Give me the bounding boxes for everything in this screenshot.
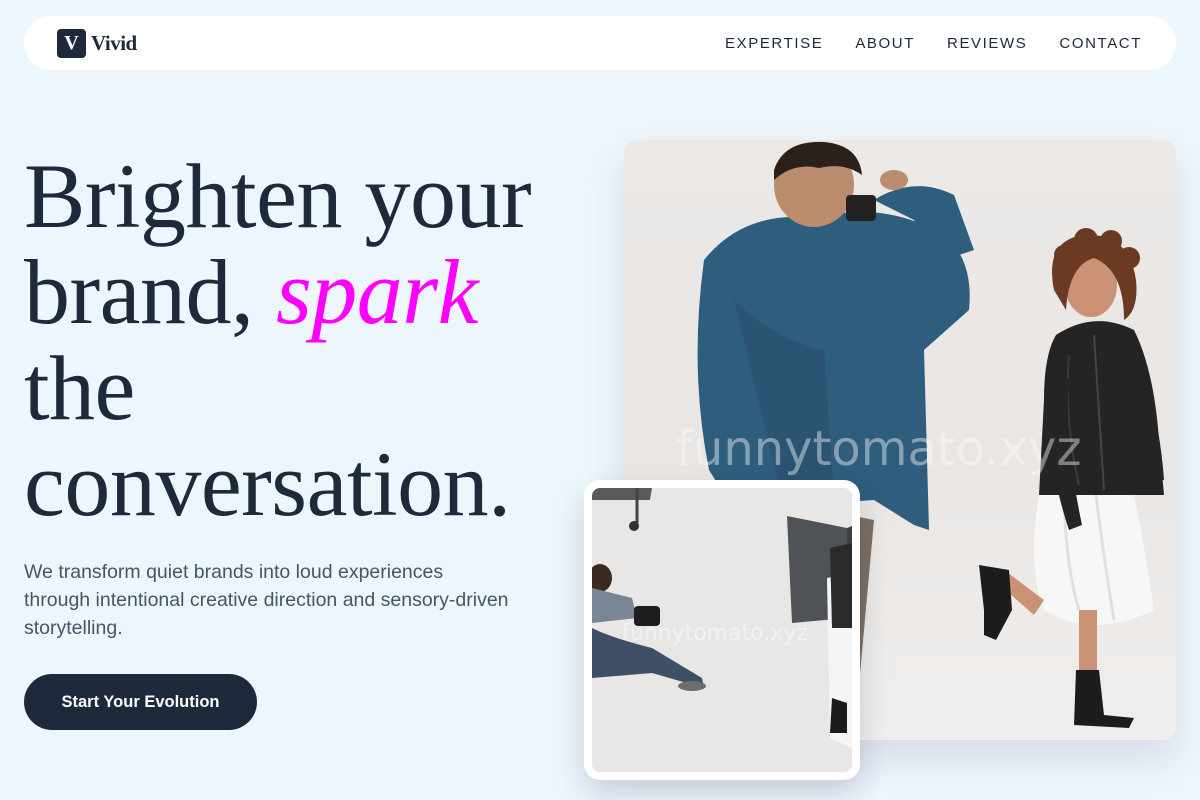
main-photo-watermark: funnytomato.xyz (676, 421, 1082, 477)
nav-links: EXPERTISE ABOUT REVIEWS CONTACT (725, 35, 1142, 52)
nav-link-contact[interactable]: CONTACT (1059, 35, 1142, 52)
nav-link-expertise[interactable]: EXPERTISE (725, 35, 823, 52)
headline-text-end: the conversation. (24, 337, 511, 535)
headline-accent-word: spark (275, 241, 478, 343)
hero-subtext: We transform quiet brands into loud expe… (24, 561, 509, 639)
model-figure (979, 228, 1164, 728)
nav-link-reviews[interactable]: REVIEWS (947, 35, 1027, 52)
logo-wordmark: Vivid (91, 30, 137, 55)
nav-link-about[interactable]: ABOUT (855, 35, 915, 52)
top-navbar: V Vivid EXPERTISE ABOUT REVIEWS CONTACT (24, 16, 1176, 70)
hero-headline: Brighten your brand, spark the conversat… (24, 148, 604, 532)
secondary-photo-watermark: funnytomato.xyz (622, 621, 808, 646)
logo-mark: V (57, 28, 86, 58)
hero-photo-secondary-frame: funnytomato.xyz (584, 480, 860, 780)
hero-photo-secondary: funnytomato.xyz (592, 488, 852, 772)
brand-logo[interactable]: V Vivid (57, 28, 137, 58)
overhead-shoot-illustration: funnytomato.xyz (592, 488, 852, 772)
start-evolution-button[interactable]: Start Your Evolution (24, 674, 257, 730)
